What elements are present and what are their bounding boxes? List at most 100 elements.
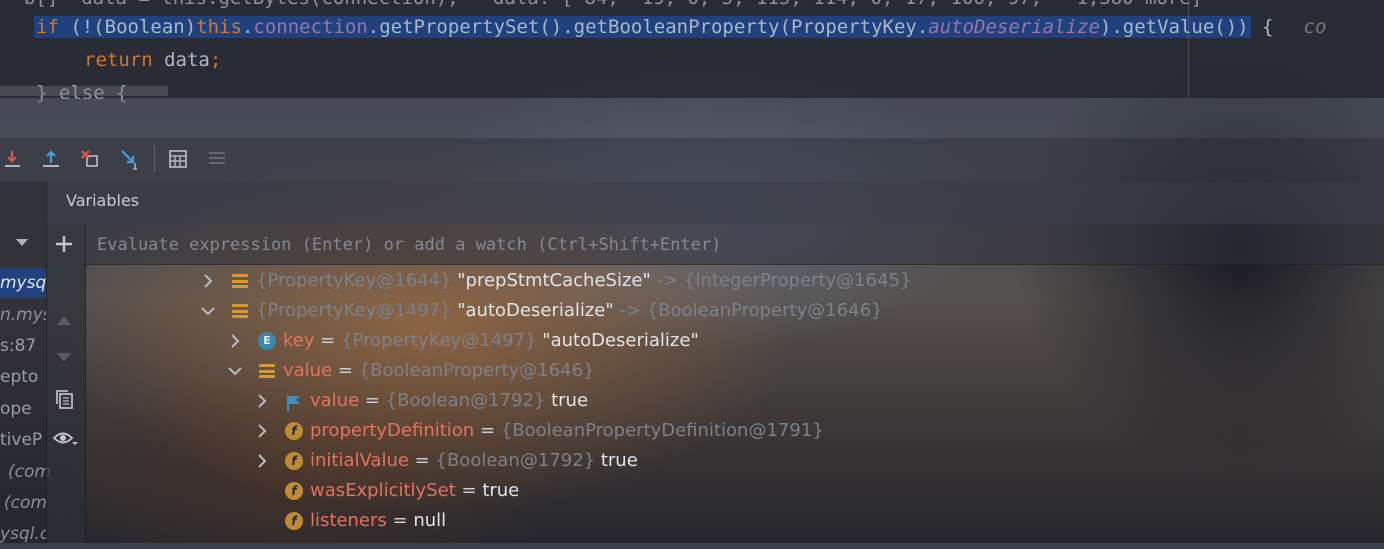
chevron-right-icon[interactable]	[254, 416, 270, 446]
eye-icon	[52, 432, 78, 445]
variable-row-text: {PropertyKey@1644} "prepStmtCacheSize" -…	[256, 266, 911, 296]
panel-divider[interactable]	[0, 98, 1384, 138]
variable-name: wasExplicitlySet	[310, 480, 456, 501]
object-ref: {BooleanPropertyDefinition@1791}	[500, 420, 824, 441]
inline-value-hint: co	[1303, 16, 1327, 38]
trace-stream-button[interactable]	[204, 146, 230, 172]
variable-name: key	[283, 330, 315, 351]
frame-item[interactable]: epto	[0, 362, 46, 392]
equals-sign: =	[461, 480, 477, 501]
object-ref: {BooleanProperty@1646}	[646, 300, 883, 321]
frame-item[interactable]: (com	[0, 488, 50, 518]
code-editor[interactable]: b[] data = this.getBytes(connection); da…	[0, 0, 1384, 104]
variable-row-text: initialValue = {Boolean@1792} true	[310, 446, 638, 476]
variable-value: true	[482, 480, 520, 501]
chevron-down-icon[interactable]	[227, 356, 243, 386]
frames-header[interactable]	[0, 228, 46, 260]
equals-sign: =	[479, 420, 496, 441]
drop-frame-button[interactable]	[77, 146, 103, 172]
horizontal-scrollbar[interactable]	[0, 86, 168, 96]
flag-icon	[285, 392, 303, 411]
chevron-right-icon[interactable]	[254, 386, 270, 416]
object-ref: {PropertyKey@1497}	[341, 330, 537, 351]
field-icon: f	[285, 422, 303, 440]
frame-item[interactable]: s:87	[0, 331, 46, 361]
step-into-icon	[5, 151, 20, 167]
variable-row[interactable]: {PropertyKey@1644} "prepStmtCacheSize" -…	[200, 266, 1100, 296]
variable-name: listeners	[310, 510, 387, 531]
map-entry-icon	[231, 272, 249, 290]
view-options-button[interactable]	[52, 428, 79, 450]
object-ref: {BooleanProperty@1646}	[358, 360, 595, 381]
code-line-if-autodeserialize[interactable]: if (!(Boolean)this.connection.getPropert…	[34, 12, 1326, 42]
drop-frame-icon	[81, 150, 98, 167]
variable-value: null	[413, 510, 447, 531]
variable-row-text: wasExplicitlySet = true	[310, 476, 519, 506]
frame-item[interactable]: mysql	[0, 268, 46, 298]
object-ref: {PropertyKey@1644}	[256, 270, 452, 291]
variable-row[interactable]: f propertyDefinition = {BooleanPropertyD…	[254, 416, 1154, 446]
variable-row-text: key = {PropertyKey@1497} "autoDeserializ…	[283, 326, 699, 356]
keyword-if: if	[36, 16, 59, 38]
map-arrow: ->	[619, 300, 641, 321]
map-entry-icon	[231, 302, 249, 320]
variable-row-text: listeners = null	[310, 506, 446, 536]
variable-value: true	[600, 450, 638, 471]
variable-row[interactable]: f listeners = null	[254, 506, 1154, 536]
chevron-down-icon[interactable]	[15, 238, 29, 248]
move-up-button[interactable]	[54, 312, 74, 328]
field-icon: f	[285, 482, 303, 500]
code-token: data	[152, 49, 210, 71]
chevron-right-icon[interactable]	[200, 266, 216, 296]
field-autodeserialize: autoDeserialize	[928, 16, 1100, 38]
code-token: ;	[209, 49, 222, 71]
keyword-return: return	[84, 49, 153, 71]
run-to-cursor-button[interactable]	[117, 146, 143, 172]
variable-row[interactable]: value = {BooleanProperty@1646}	[227, 356, 1127, 386]
add-watch-button[interactable]	[52, 232, 76, 256]
frame-item[interactable]: tiveP	[0, 425, 46, 455]
object-ref: {PropertyKey@1497}	[256, 300, 452, 321]
equals-sign: =	[320, 330, 336, 351]
object-icon	[258, 362, 276, 380]
chevron-right-icon[interactable]	[254, 446, 270, 476]
calculator-icon	[169, 150, 187, 168]
evaluate-expression-button[interactable]	[165, 146, 191, 172]
equals-sign: =	[337, 360, 353, 381]
variable-name: value	[310, 390, 360, 411]
code-token: ).getValue())	[1099, 16, 1249, 38]
move-down-button[interactable]	[54, 350, 74, 366]
field-connection: connection	[253, 16, 368, 38]
frame-item[interactable]: ope	[0, 394, 46, 424]
enum-icon: E	[258, 332, 276, 350]
code-selection: if (!(Boolean)this.connection.getPropert…	[34, 16, 1251, 38]
table-icon	[209, 152, 225, 164]
code-token: {	[1250, 16, 1274, 38]
frame-item[interactable]: ysql.c	[0, 519, 46, 549]
step-into-button[interactable]	[0, 146, 26, 172]
chevron-down-icon[interactable]	[200, 296, 216, 326]
variable-row[interactable]: f initialValue = {Boolean@1792} true	[254, 446, 1154, 476]
step-out-button[interactable]	[38, 146, 64, 172]
variable-row[interactable]: E key = {PropertyKey@1497} "autoDeserial…	[227, 326, 1127, 356]
triangle-down-icon	[57, 353, 71, 362]
evaluate-expression-input[interactable]	[95, 230, 1199, 260]
variable-row[interactable]: f wasExplicitlySet = true	[254, 476, 1154, 506]
chevron-right-icon[interactable]	[227, 326, 243, 356]
code-token: (!(Boolean)	[58, 16, 197, 38]
key-string: "prepStmtCacheSize"	[457, 270, 651, 291]
code-token: .	[241, 16, 254, 38]
frame-item[interactable]: n.mys	[0, 300, 46, 330]
copy-icon	[56, 390, 73, 409]
equals-sign: =	[414, 450, 430, 471]
variable-row-text: {PropertyKey@1497} "autoDeserialize" -> …	[256, 296, 883, 326]
code-line-return[interactable]: return data;	[84, 45, 221, 75]
triangle-up-icon	[57, 316, 71, 325]
key-string: "autoDeserialize"	[457, 300, 614, 321]
variable-row[interactable]: {PropertyKey@1497} "autoDeserialize" -> …	[200, 296, 1100, 326]
equals-sign: =	[392, 510, 408, 531]
object-ref: {Boolean@1792}	[435, 450, 596, 471]
field-icon: f	[285, 512, 303, 530]
copy-button[interactable]	[53, 388, 75, 410]
variable-row[interactable]: value = {Boolean@1792} true	[254, 386, 1154, 416]
